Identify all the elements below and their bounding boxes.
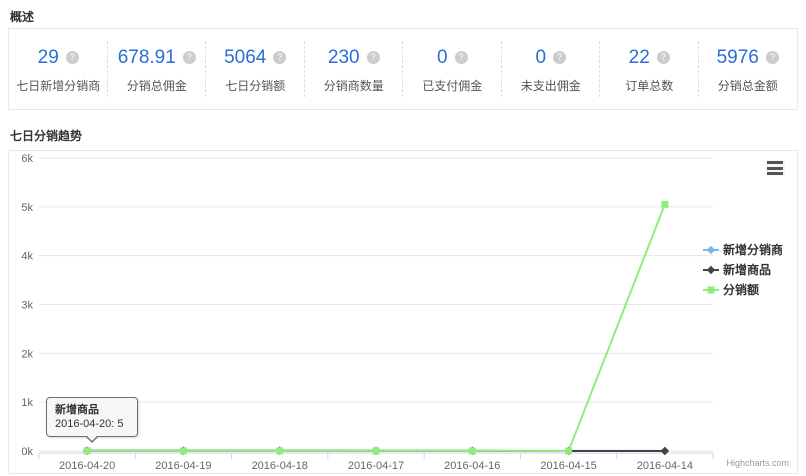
help-icon[interactable]: ? (766, 51, 779, 64)
svg-text:2016-04-17: 2016-04-17 (348, 460, 404, 472)
trend-section-title: 七日分销趋势 (10, 127, 82, 144)
stat-label: 分销商数量 (324, 77, 384, 94)
svg-text:4k: 4k (21, 251, 33, 263)
legend-marker-icon (703, 244, 719, 256)
svg-text:6k: 6k (21, 153, 33, 165)
stat-label: 分销总金额 (718, 77, 778, 94)
help-icon[interactable]: ? (657, 51, 670, 64)
help-icon[interactable]: ? (66, 51, 79, 64)
legend-item[interactable]: 新增分销商 (703, 241, 795, 258)
stat-label: 已支付佣金 (422, 77, 482, 94)
stat-value: 5064 (224, 47, 266, 69)
svg-text:2k: 2k (21, 348, 33, 360)
help-icon[interactable]: ? (455, 51, 468, 64)
legend-marker-icon (703, 264, 719, 276)
chart-tooltip: 新增商品 2016-04-20: 5 (46, 397, 138, 437)
stat-card: 5976? 分销总金额 (699, 29, 798, 109)
help-icon[interactable]: ? (553, 51, 566, 64)
svg-text:2016-04-16: 2016-04-16 (444, 460, 500, 472)
help-icon[interactable]: ? (273, 51, 286, 64)
tooltip-series-name: 新增商品 (55, 403, 129, 417)
legend-marker-icon (703, 284, 719, 296)
stat-label: 未支出佣金 (521, 77, 581, 94)
svg-text:2016-04-15: 2016-04-15 (540, 460, 596, 472)
stat-card: 5064? 七日分销额 (206, 29, 305, 109)
svg-text:2016-04-18: 2016-04-18 (252, 460, 308, 472)
svg-text:3k: 3k (21, 300, 33, 312)
legend-label: 分销额 (723, 281, 759, 298)
hamburger-icon (767, 167, 783, 170)
stat-card: 230? 分销商数量 (305, 29, 404, 109)
legend-label: 新增分销商 (723, 241, 783, 258)
legend-item[interactable]: 分销额 (703, 281, 795, 298)
svg-text:5k: 5k (21, 202, 33, 214)
stats-panel: 29? 七日新增分销商 678.91? 分销总佣金 5064? 七日分销额 230? 分销商数… (8, 28, 798, 110)
stat-label: 分销总佣金 (127, 77, 187, 94)
stat-value: 678.91 (118, 47, 176, 69)
stat-card: 0? 未支出佣金 (502, 29, 601, 109)
svg-text:2016-04-14: 2016-04-14 (637, 460, 693, 472)
hamburger-icon (767, 161, 783, 164)
help-icon[interactable]: ? (367, 51, 380, 64)
chart-legend: 新增分销商新增商品分销额 (703, 241, 795, 298)
stat-value: 230 (328, 47, 360, 69)
legend-label: 新增商品 (723, 261, 771, 278)
dashboard-page: 概述 29? 七日新增分销商 678.91? 分销总佣金 5064? 七日分销额 230? 分… (0, 0, 806, 476)
stat-label: 订单总数 (625, 77, 673, 94)
stat-value: 22 (629, 47, 650, 69)
trend-chart-panel: 0k 1k 2k 3k 4k 5k 6k 2016-04-20 2016-04-19 2016-0… (8, 150, 798, 474)
stat-value: 0 (535, 47, 546, 69)
stat-card: 678.91? 分销总佣金 (108, 29, 207, 109)
stat-card: 22? 订单总数 (600, 29, 699, 109)
legend-item[interactable]: 新增商品 (703, 261, 795, 278)
stat-value: 5976 (717, 47, 759, 69)
chart-export-menu-button[interactable] (765, 160, 785, 176)
stat-label: 七日分销额 (225, 77, 285, 94)
svg-text:1k: 1k (21, 397, 33, 409)
stat-card: 29? 七日新增分销商 (9, 29, 108, 109)
stat-card: 0? 已支付佣金 (403, 29, 502, 109)
overview-section-title: 概述 (10, 8, 34, 25)
tooltip-value: 2016-04-20: 5 (55, 418, 124, 430)
stat-value: 0 (437, 47, 448, 69)
hamburger-icon (767, 172, 783, 175)
stat-label: 七日新增分销商 (16, 77, 100, 94)
help-icon[interactable]: ? (183, 51, 196, 64)
svg-text:2016-04-19: 2016-04-19 (155, 460, 211, 472)
svg-text:2016-04-20: 2016-04-20 (59, 460, 115, 472)
stat-value: 29 (38, 47, 59, 69)
svg-text:0k: 0k (21, 446, 33, 458)
svg-text:Highcharts.com: Highcharts.com (726, 458, 789, 468)
